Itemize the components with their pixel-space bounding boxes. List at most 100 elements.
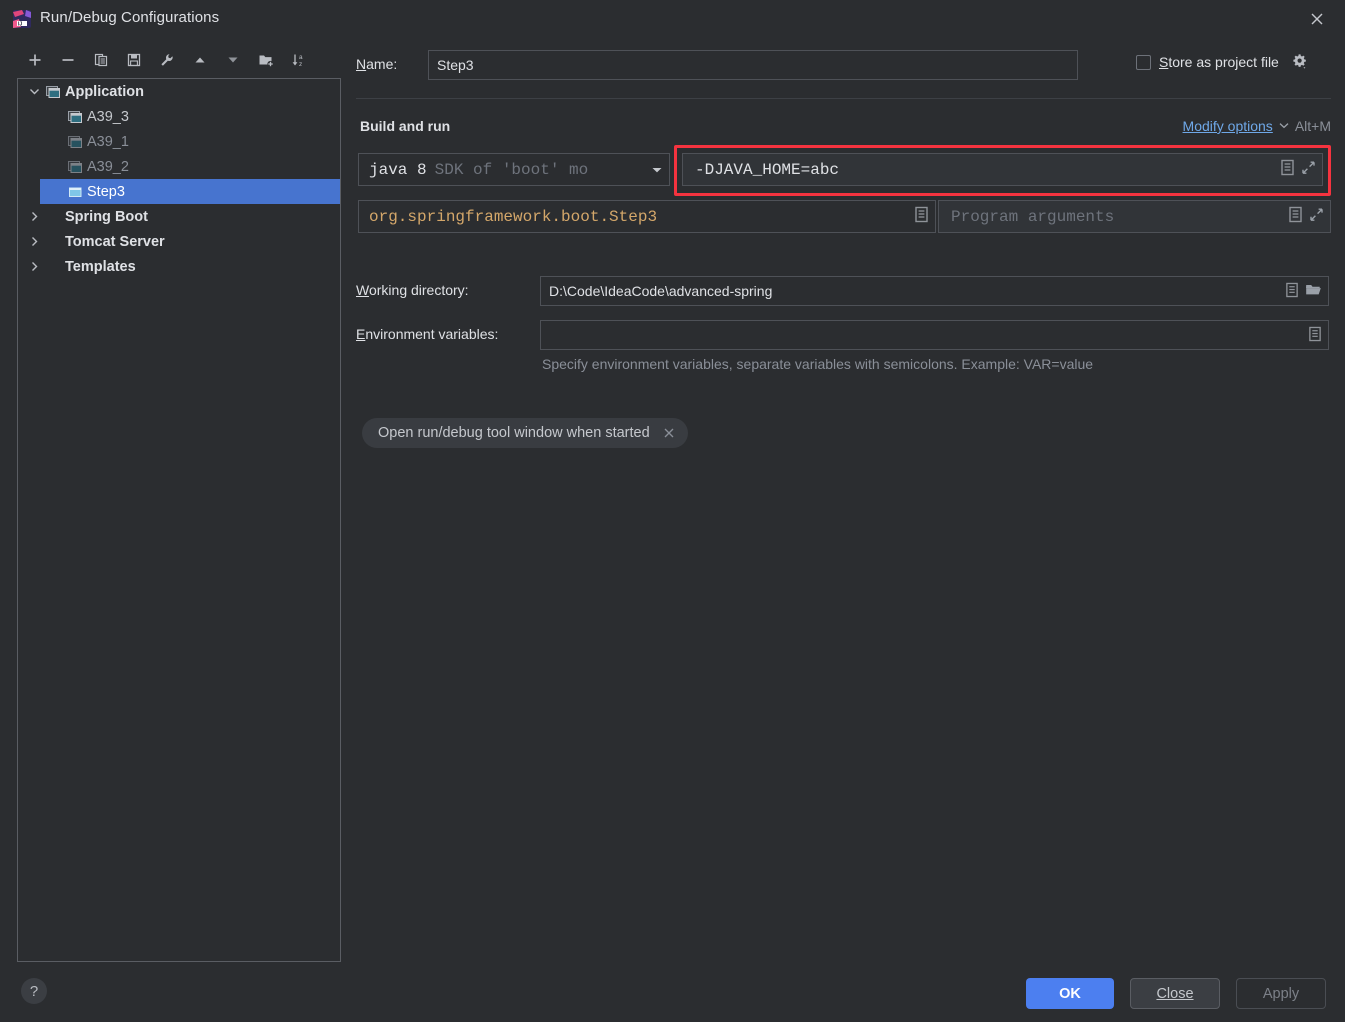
open-folder-icon[interactable] [1305, 282, 1322, 300]
jdk-primary-label: java 8 [369, 160, 427, 179]
chevron-down-icon[interactable] [647, 161, 663, 179]
close-button-label: Close [1156, 985, 1194, 1002]
jdk-secondary-label: SDK of 'boot' mo [434, 160, 589, 179]
jdk-selector[interactable]: java 8 SDK of 'boot' mo [358, 153, 670, 186]
macro-list-icon[interactable] [914, 206, 929, 228]
intellij-idea-logo-icon: IJ [12, 9, 32, 29]
configurations-tree[interactable]: Application A39_3 A39_1 A39_2 Step3 Spring Bo… [17, 78, 341, 962]
chevron-down-icon[interactable] [1279, 120, 1289, 132]
tree-item-a39-2[interactable]: A39_2 [40, 154, 340, 179]
tree-item-label: Templates [65, 258, 136, 275]
chevron-right-icon[interactable] [24, 207, 44, 227]
tomcat-icon-icon [44, 233, 62, 251]
store-as-project-file-option[interactable]: Store as project file [1136, 54, 1308, 70]
tree-item-application[interactable]: Application [18, 79, 340, 104]
tree-twisty-none [46, 107, 66, 127]
new-folder-button[interactable] [249, 46, 282, 74]
application-icon [66, 108, 84, 126]
environment-variables-hint: Specify environment variables, separate … [542, 356, 1094, 372]
tree-item-label: Step3 [87, 183, 125, 200]
run-debug-configurations-dialog: IJ Run/Debug Configurations a z Applicat… [0, 0, 1345, 1022]
application-icon [66, 133, 84, 151]
main-class-input[interactable]: org.springframework.boot.Step3 [358, 200, 936, 233]
move-down-button[interactable] [216, 46, 249, 74]
tree-item-a39-3[interactable]: A39_3 [40, 104, 340, 129]
spring-boot-icon-icon [44, 208, 62, 226]
name-label: Name: [356, 56, 398, 72]
tree-item-label: A39_3 [87, 108, 129, 125]
expand-icon[interactable] [1301, 160, 1316, 180]
chevron-right-icon[interactable] [24, 257, 44, 277]
tree-twisty-none [46, 157, 66, 177]
environment-variables-input[interactable] [540, 320, 1329, 350]
application-icon [66, 158, 84, 176]
copy-configuration-button[interactable] [84, 46, 117, 74]
application-icon [44, 83, 62, 101]
save-configuration-button[interactable] [117, 46, 150, 74]
tree-item-label: A39_1 [87, 133, 129, 150]
vm-options-value: -DJAVA_HOME=abc [695, 160, 840, 179]
expand-icon[interactable] [1309, 207, 1324, 227]
program-arguments-input[interactable]: Program arguments [938, 200, 1331, 233]
macro-list-icon[interactable] [1288, 206, 1303, 228]
working-directory-input[interactable]: D:\Code\IdeaCode\advanced-spring [540, 276, 1329, 306]
environment-variables-label: Environment variables: [356, 326, 499, 342]
program-arguments-field-icons [1288, 206, 1324, 228]
modify-options-shortcut: Alt+M [1294, 118, 1331, 134]
tree-item-label: A39_2 [87, 158, 129, 175]
macro-list-icon[interactable] [1280, 159, 1295, 181]
help-button[interactable]: ? [21, 978, 47, 1004]
section-divider [356, 98, 1331, 99]
build-and-run-title: Build and run [360, 118, 451, 134]
environment-variables-row: Environment variables: [356, 320, 1331, 350]
close-icon[interactable] [660, 424, 678, 442]
environment-variables-field-icons [1308, 326, 1322, 345]
svg-text:z: z [299, 61, 302, 68]
configurations-toolbar: a z [18, 45, 318, 75]
working-directory-row: Working directory: D:\Code\IdeaCode\adva… [356, 276, 1331, 306]
apply-button[interactable]: Apply [1236, 978, 1326, 1009]
working-directory-value: D:\Code\IdeaCode\advanced-spring [549, 283, 773, 299]
svg-text:a: a [299, 54, 303, 61]
chevron-right-icon[interactable] [24, 232, 44, 252]
gear-icon[interactable] [1292, 54, 1308, 70]
tree-item-a39-1[interactable]: A39_1 [40, 129, 340, 154]
application-icon [66, 183, 84, 201]
macro-list-icon[interactable] [1308, 326, 1322, 345]
tree-item-tomcat-server[interactable]: Tomcat Server [18, 229, 340, 254]
open-tool-window-chip[interactable]: Open run/debug tool window when started [362, 418, 688, 448]
vm-options-field-icons [1280, 159, 1316, 181]
edit-templates-wrench-icon[interactable] [150, 46, 183, 74]
macro-list-icon[interactable] [1285, 282, 1299, 301]
wrench-icon-icon [44, 258, 62, 276]
modify-options-link[interactable]: Modify options [1183, 118, 1273, 134]
add-configuration-button[interactable] [18, 46, 51, 74]
tree-item-spring-boot[interactable]: Spring Boot [18, 204, 340, 229]
tree-item-label: Tomcat Server [65, 233, 165, 250]
modify-options-area: Modify options Alt+M [1183, 118, 1331, 134]
chevron-down-icon[interactable] [24, 82, 44, 102]
main-class-value: org.springframework.boot.Step3 [369, 207, 658, 226]
close-button[interactable]: Close [1130, 978, 1220, 1009]
svg-text:IJ: IJ [18, 21, 22, 27]
sort-configurations-button[interactable]: a z [282, 46, 315, 74]
move-up-button[interactable] [183, 46, 216, 74]
tree-twisty-none [46, 132, 66, 152]
tree-item-label: Application [65, 83, 144, 100]
tree-item-templates[interactable]: Templates [18, 254, 340, 279]
tree-twisty-none [46, 182, 66, 202]
program-arguments-placeholder: Program arguments [951, 207, 1115, 226]
vm-options-input[interactable]: -DJAVA_HOME=abc [682, 153, 1323, 186]
tree-item-label: Spring Boot [65, 208, 148, 225]
tree-item-step3[interactable]: Step3 [40, 179, 340, 204]
remove-configuration-button[interactable] [51, 46, 84, 74]
working-directory-field-icons [1285, 282, 1322, 301]
ok-button[interactable]: OK [1026, 978, 1114, 1009]
name-input[interactable] [428, 50, 1078, 80]
store-as-project-file-checkbox[interactable] [1136, 54, 1151, 70]
working-directory-label: Working directory: [356, 282, 469, 298]
jdk-and-vm-options-row: java 8 SDK of 'boot' mo -DJAVA_HOME=abc [356, 145, 1331, 196]
open-tool-window-chip-label: Open run/debug tool window when started [378, 425, 650, 441]
main-class-and-args-row: org.springframework.boot.Step3 Program a… [356, 200, 1331, 233]
main-class-field-icons [914, 206, 929, 228]
